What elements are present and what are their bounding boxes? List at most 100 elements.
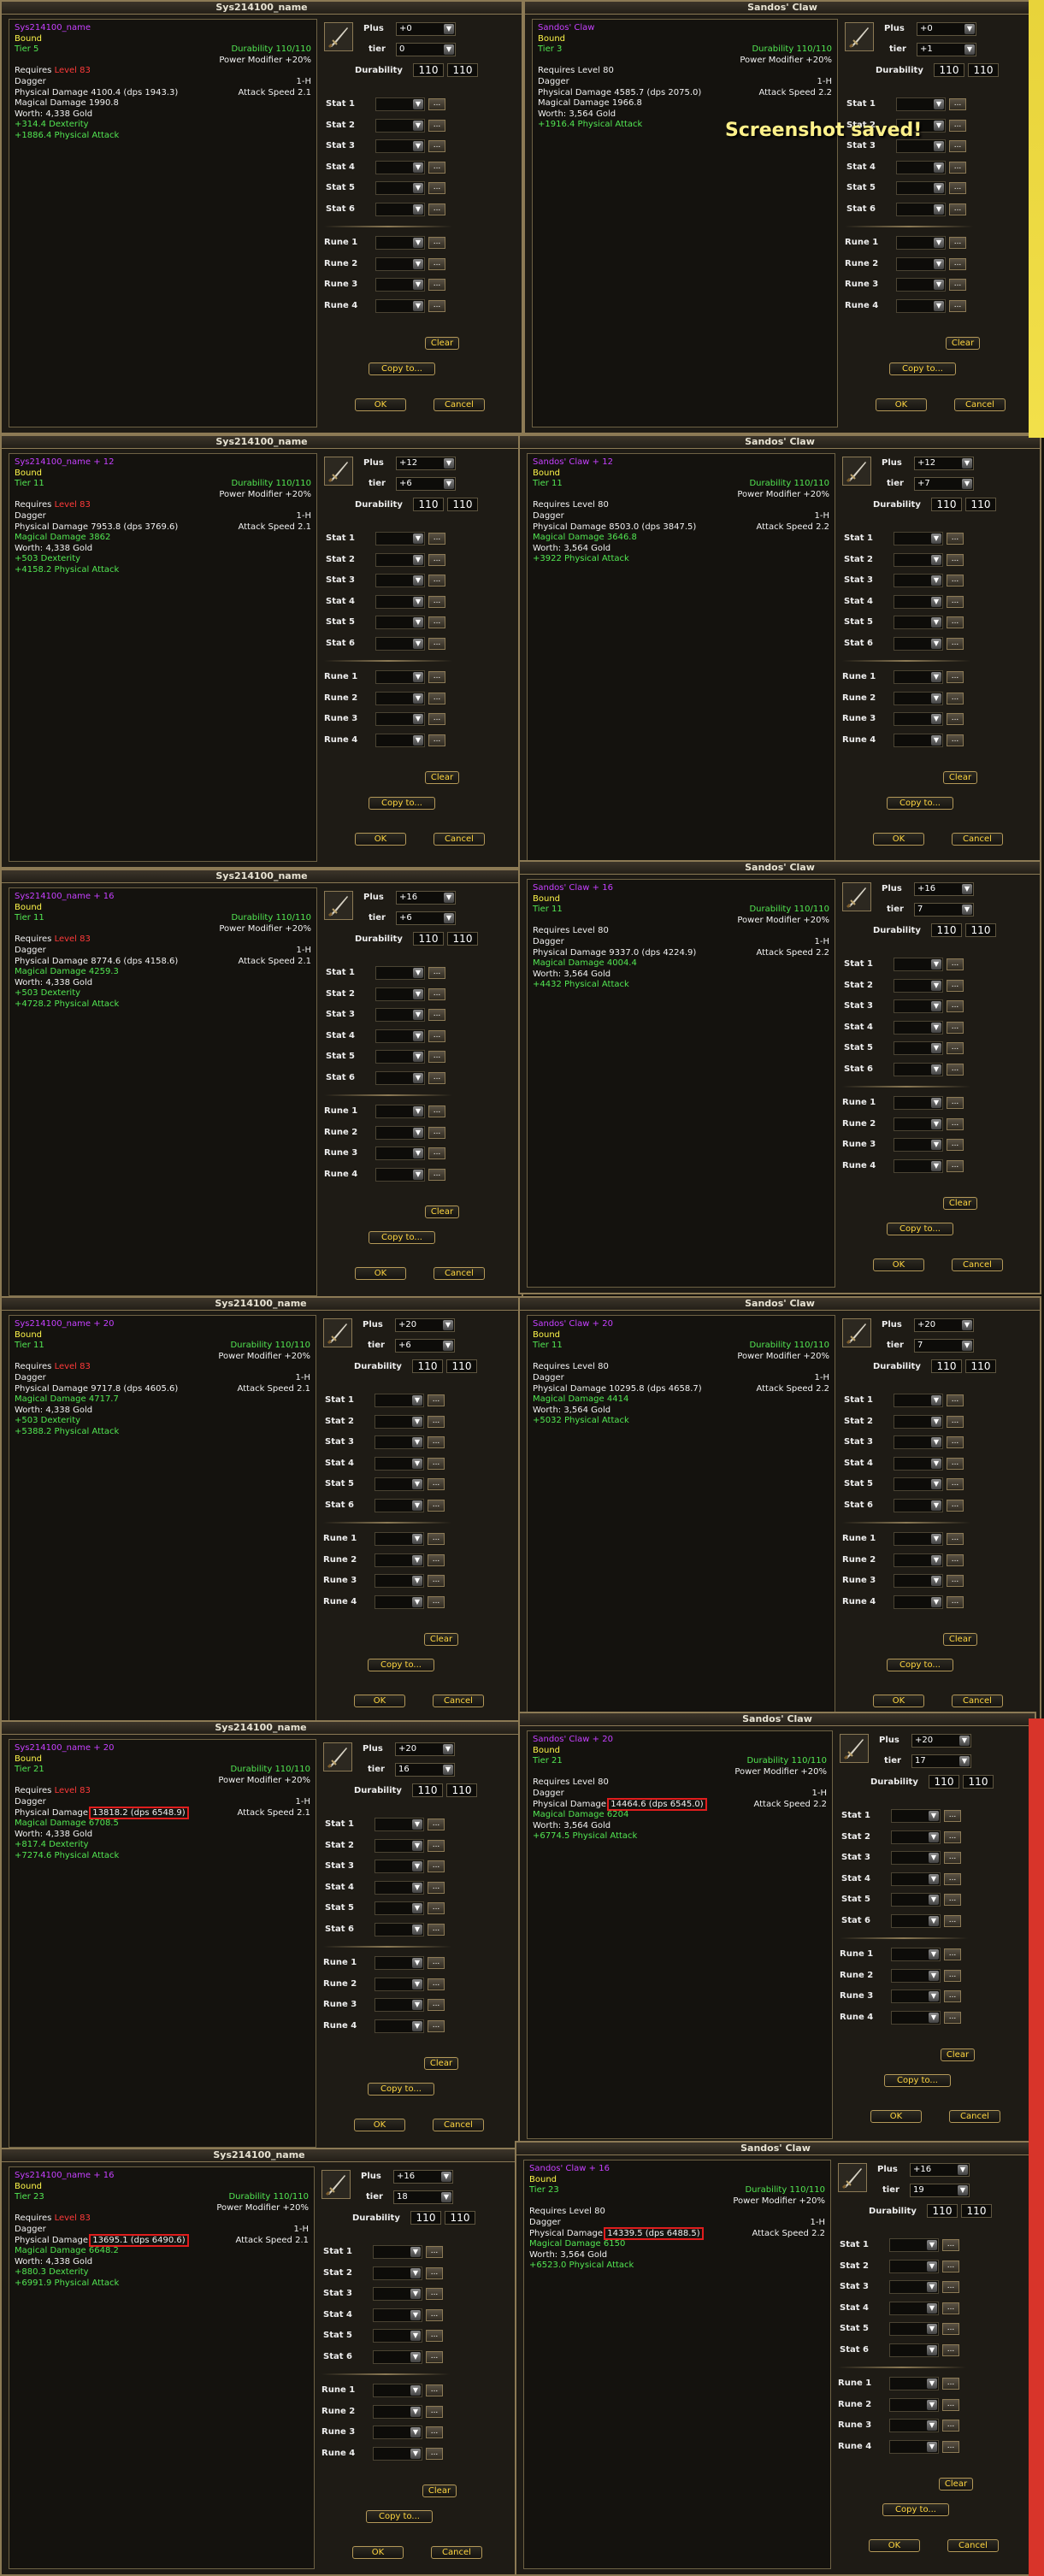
stat-select[interactable]: ▼ [894, 532, 943, 545]
rune-select[interactable]: ▼ [375, 712, 425, 726]
rune-select[interactable]: ▼ [894, 670, 943, 684]
stat-more-button[interactable]: ... [947, 616, 964, 628]
rune-select[interactable]: ▼ [894, 733, 943, 747]
ok-button[interactable]: OK [355, 833, 406, 846]
stat-select[interactable]: ▼ [894, 1477, 943, 1491]
rune-select[interactable]: ▼ [375, 1532, 424, 1546]
stat-select[interactable]: ▼ [373, 2287, 422, 2301]
durability-max-input[interactable]: 110 [963, 1775, 994, 1789]
copy-to-button[interactable]: Copy to... [368, 1659, 434, 1671]
stat-select[interactable]: ▼ [375, 532, 425, 545]
item-icon-slot[interactable] [323, 1318, 352, 1347]
rune-more-button[interactable]: ... [428, 1575, 445, 1587]
rune-more-button[interactable]: ... [942, 2378, 959, 2390]
stat-select[interactable]: ▼ [375, 1498, 424, 1512]
stat-more-button[interactable]: ... [428, 1394, 445, 1406]
item-icon-slot[interactable] [324, 22, 353, 51]
stat-select[interactable]: ▼ [375, 1860, 424, 1873]
stat-more-button[interactable]: ... [949, 182, 966, 194]
clear-button[interactable]: Clear [424, 2057, 458, 2070]
stat-select[interactable]: ▼ [889, 2322, 939, 2336]
stat-more-button[interactable]: ... [428, 595, 445, 608]
rune-more-button[interactable]: ... [428, 1595, 445, 1608]
rune-more-button[interactable]: ... [949, 279, 966, 291]
stat-select[interactable]: ▼ [894, 616, 943, 629]
stat-more-button[interactable]: ... [426, 2288, 443, 2300]
stat-more-button[interactable]: ... [428, 637, 445, 650]
stat-more-button[interactable]: ... [947, 1436, 964, 1448]
stat-more-button[interactable]: ... [942, 2239, 959, 2251]
stat-select[interactable]: ▼ [894, 1498, 943, 1512]
rune-more-button[interactable]: ... [428, 734, 445, 746]
rune-select[interactable]: ▼ [894, 1595, 943, 1609]
stat-select[interactable]: ▼ [375, 987, 425, 1001]
stat-more-button[interactable]: ... [944, 1830, 961, 1843]
item-icon-slot[interactable] [842, 457, 871, 486]
stat-more-button[interactable]: ... [428, 575, 445, 587]
durability-max-input[interactable]: 110 [447, 63, 478, 77]
rune-more-button[interactable]: ... [947, 1595, 964, 1608]
rune-more-button[interactable]: ... [949, 237, 966, 249]
rune-select[interactable]: ▼ [894, 1553, 943, 1567]
durability-current-input[interactable]: 110 [931, 1359, 962, 1373]
tier-select[interactable]: +6 ▼ [396, 911, 456, 925]
stat-more-button[interactable]: ... [428, 1923, 445, 1936]
copy-to-button[interactable]: Copy to... [366, 2510, 433, 2523]
rune-select[interactable]: ▼ [375, 1574, 424, 1588]
rune-more-button[interactable]: ... [944, 2011, 961, 2024]
copy-to-button[interactable]: Copy to... [369, 363, 435, 375]
stat-select[interactable]: ▼ [894, 552, 943, 567]
stat-select[interactable]: ▼ [896, 160, 946, 174]
rune-select[interactable]: ▼ [375, 1595, 424, 1609]
stat-select[interactable]: ▼ [375, 552, 425, 567]
cancel-button[interactable]: Cancel [954, 398, 1006, 411]
rune-more-button[interactable]: ... [426, 2405, 443, 2418]
item-icon-slot[interactable] [321, 2170, 351, 2199]
stat-select[interactable]: ▼ [894, 1394, 943, 1407]
ok-button[interactable]: OK [355, 398, 406, 411]
rune-select[interactable]: ▼ [375, 236, 425, 250]
stat-select[interactable]: ▼ [375, 1008, 425, 1022]
stat-more-button[interactable]: ... [426, 2308, 443, 2321]
stat-select[interactable]: ▼ [373, 2349, 422, 2364]
rune-select[interactable]: ▼ [889, 2439, 939, 2454]
stat-select[interactable]: ▼ [375, 1901, 424, 1915]
cancel-button[interactable]: Cancel [952, 1259, 1003, 1271]
rune-more-button[interactable]: ... [428, 692, 445, 704]
stat-more-button[interactable]: ... [942, 2260, 959, 2272]
stat-more-button[interactable]: ... [428, 1902, 445, 1914]
ok-button[interactable]: OK [354, 2119, 405, 2131]
stat-more-button[interactable]: ... [944, 1872, 961, 1885]
ok-button[interactable]: OK [352, 2546, 404, 2559]
stat-more-button[interactable]: ... [942, 2281, 959, 2293]
item-icon-slot[interactable] [842, 882, 871, 911]
rune-more-button[interactable]: ... [947, 713, 964, 725]
stat-select[interactable]: ▼ [891, 1913, 941, 1928]
durability-max-input[interactable]: 110 [968, 63, 999, 77]
cancel-button[interactable]: Cancel [434, 1267, 485, 1280]
stat-select[interactable]: ▼ [375, 1456, 424, 1471]
stat-more-button[interactable]: ... [428, 1436, 445, 1448]
rune-select[interactable]: ▼ [375, 733, 425, 747]
rune-select[interactable]: ▼ [889, 2397, 939, 2412]
rune-more-button[interactable]: ... [428, 1126, 445, 1139]
rune-select[interactable]: ▼ [894, 691, 943, 705]
rune-select[interactable]: ▼ [896, 236, 946, 250]
rune-select[interactable]: ▼ [889, 2419, 939, 2432]
rune-select[interactable]: ▼ [894, 1158, 943, 1173]
stat-select[interactable]: ▼ [375, 1414, 424, 1429]
durability-current-input[interactable]: 110 [412, 1359, 443, 1373]
stat-select[interactable]: ▼ [375, 181, 425, 195]
plus-select[interactable]: +12 ▼ [396, 457, 456, 470]
rune-more-button[interactable]: ... [944, 1990, 961, 2002]
stat-select[interactable]: ▼ [891, 1893, 941, 1907]
stat-more-button[interactable]: ... [428, 1029, 445, 1042]
ok-button[interactable]: OK [873, 833, 924, 846]
stat-select[interactable]: ▼ [375, 1922, 424, 1936]
stat-more-button[interactable]: ... [428, 533, 445, 545]
rune-select[interactable]: ▼ [894, 1574, 943, 1588]
plus-select[interactable]: +12 ▼ [914, 457, 974, 470]
rune-select[interactable]: ▼ [375, 1125, 425, 1140]
durability-current-input[interactable]: 110 [931, 923, 962, 937]
clear-button[interactable]: Clear [425, 1205, 459, 1218]
